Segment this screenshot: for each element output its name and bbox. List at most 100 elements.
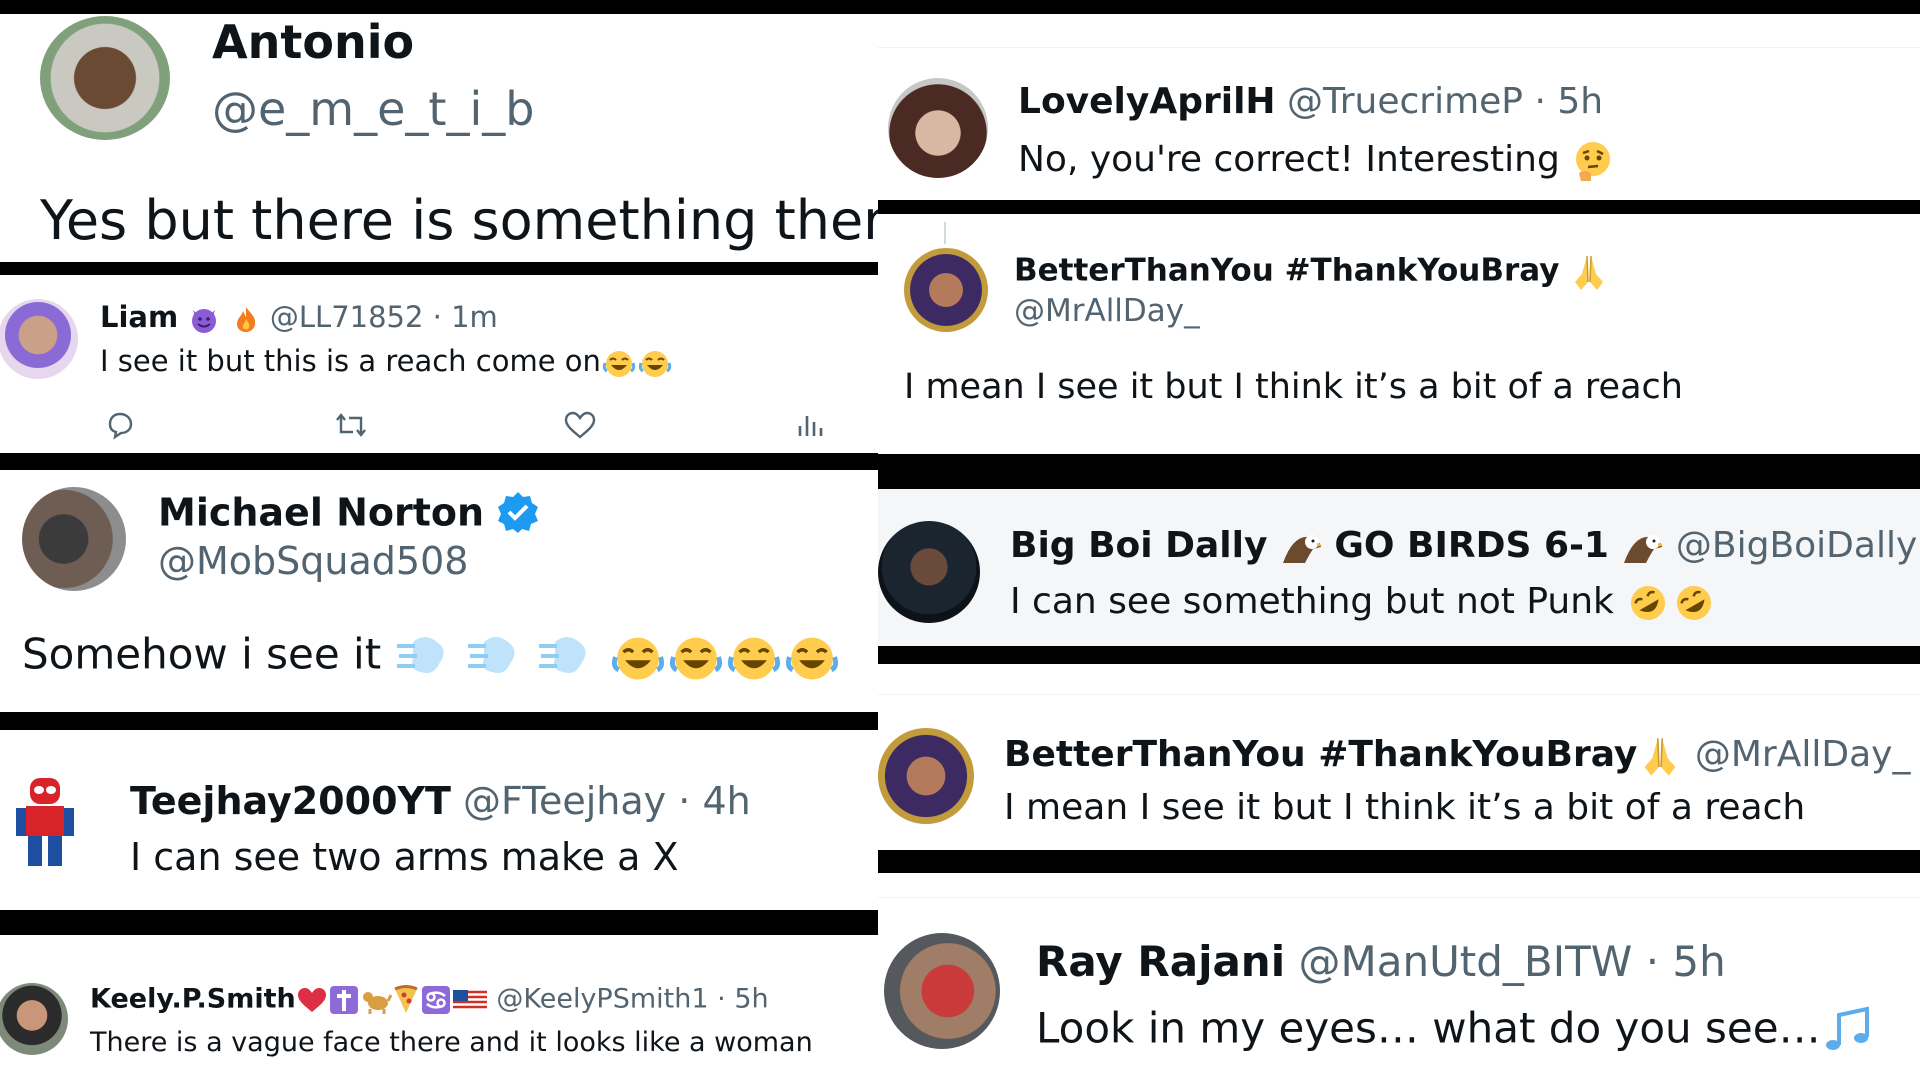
dog-emoji-icon [360, 985, 392, 1015]
author-name[interactable]: Keely.P.Smith [90, 984, 296, 1015]
tweet-april: LovelyAprilH @TruecrimeP · 5h No, you're… [878, 14, 1920, 200]
crying-laughing-emoji-icon [667, 630, 725, 684]
avatar-michael[interactable] [22, 487, 126, 591]
avatar-betterthanyou[interactable] [878, 728, 974, 824]
timestamp[interactable]: 1m [451, 300, 498, 334]
tweet-text: Somehow i see it [22, 629, 382, 679]
tweet-header: BetterThanYou #ThankYouBray @MrAllDay_ ·… [1004, 734, 1920, 778]
author-handle[interactable]: @FTeejhay [463, 779, 666, 823]
retweet-button[interactable] [333, 410, 369, 440]
folded-hands-emoji-icon [1569, 252, 1609, 292]
eagle-emoji-icon [1279, 527, 1323, 567]
reply-button[interactable] [104, 410, 136, 440]
avatar-bigboidally[interactable] [878, 521, 980, 623]
smiling-devil-emoji-icon [187, 304, 221, 334]
tweet-text: I mean I see it but I think it’s a bit o… [904, 367, 1683, 407]
tweet-text-row: I can see something but not Punk [1010, 581, 1717, 625]
avatar-antonio[interactable] [40, 16, 170, 140]
like-icon [563, 410, 597, 440]
author-name-suffix[interactable]: GO BIRDS 6-1 [1334, 525, 1609, 566]
avatar-liam[interactable] [0, 299, 78, 379]
separator-dot: · [1645, 937, 1660, 986]
us-flag-emoji-icon [452, 986, 488, 1014]
author-handle[interactable]: @LL71852 [270, 300, 424, 334]
avatar-keely[interactable] [0, 983, 68, 1055]
avatar-april[interactable] [888, 78, 988, 178]
tweet-bigboidally: Big Boi Dally GO BIRDS 6-1 @BigBoiDally … [878, 489, 1920, 646]
tweet-text-row: Somehow i see it [22, 630, 841, 684]
author-handle[interactable]: @MrAllDay_ [1695, 734, 1911, 775]
divider [878, 897, 1920, 898]
author-name[interactable]: Teejhay2000YT [130, 779, 451, 823]
tweet-text-row: I see it but this is a reach come on [100, 347, 673, 379]
tweet-ray: Ray Rajani @ManUtd_BITW · 5h Look in my … [878, 873, 1920, 1080]
author-name[interactable]: BetterThanYou #ThankYouBray [1014, 253, 1559, 289]
avatar-betterthanyou[interactable] [904, 248, 988, 332]
tweet-text: I mean I see it but I think it’s a bit o… [1004, 787, 1806, 828]
author-name-row: BetterThanYou #ThankYouBray [1014, 252, 1609, 292]
author-handle[interactable]: @TruecrimeP [1287, 81, 1523, 122]
tweet-teejhay: Teejhay2000YT @FTeejhay · 4h I can see t… [0, 730, 878, 910]
author-name-row: Michael Norton [158, 490, 540, 540]
dash-away-emoji-icon [395, 630, 453, 684]
tweet-header: LovelyAprilH @TruecrimeP · 5h [1018, 84, 1603, 120]
avatar-ray[interactable] [884, 933, 1000, 1049]
verified-badge-icon [496, 490, 540, 540]
author-name[interactable]: BetterThanYou #ThankYouBray [1004, 734, 1637, 775]
author-name[interactable]: Big Boi Dally [1010, 525, 1267, 566]
rolling-laughing-emoji-icon [1671, 581, 1717, 625]
tweet-text: I can see two arms make a X [130, 835, 679, 879]
author-handle[interactable]: @MrAllDay_ [1014, 296, 1200, 327]
timestamp[interactable]: 5h [1557, 81, 1603, 122]
separator-dot: · [678, 779, 691, 823]
views-icon [796, 410, 826, 440]
tweet-text: I can see something but not Punk [1010, 581, 1614, 622]
views-button[interactable] [796, 410, 826, 440]
author-name[interactable]: Liam [100, 300, 178, 334]
musical-notes-emoji-icon [1821, 1005, 1877, 1057]
pizza-emoji-icon [392, 985, 420, 1015]
tweet-betterthanyou-1: BetterThanYou #ThankYouBray @MrAllDay_ I… [878, 214, 1920, 454]
thread-line [944, 222, 946, 244]
crying-laughing-emoji-icon [637, 347, 673, 379]
divider [878, 694, 1920, 695]
timestamp[interactable]: 5h [734, 984, 768, 1015]
tweet-text-row: Look in my eyes… what do you see… [1036, 1005, 1877, 1057]
tweet-header: Ray Rajani @ManUtd_BITW · 5h [1036, 941, 1726, 983]
divider [878, 47, 1920, 48]
tweet-text-row: No, you're correct! Interesting [1018, 139, 1615, 183]
avatar-teejhay[interactable] [12, 772, 78, 872]
timestamp[interactable]: 5h [1672, 937, 1725, 986]
author-handle[interactable]: @MobSquad508 [158, 542, 468, 580]
separator-dot: · [717, 983, 726, 1015]
tweet-keely: Keely.P.Smith @KeelyPSmith1 · 5h There i… [0, 935, 878, 1080]
tweet-antonio: Antonio @e_m_e_t_i_b Yes but there is so… [0, 14, 878, 262]
tweet-header: Teejhay2000YT @FTeejhay · 4h [130, 782, 751, 820]
author-handle[interactable]: @KeelyPSmith1 [496, 984, 708, 1015]
crying-laughing-emoji-icon [725, 630, 783, 684]
reply-icon [104, 410, 136, 440]
cancer-zodiac-emoji-icon [420, 985, 452, 1015]
thinking-face-emoji-icon [1571, 139, 1615, 183]
latin-cross-emoji-icon [328, 985, 360, 1015]
tweet-header: Big Boi Dally GO BIRDS 6-1 @BigBoiDally … [1010, 527, 1920, 567]
tweet-text: No, you're correct! Interesting [1018, 139, 1560, 180]
author-handle[interactable]: @ManUtd_BITW [1298, 937, 1632, 986]
author-handle[interactable]: @BigBoiDally [1676, 525, 1917, 566]
author-name[interactable]: LovelyAprilH [1018, 81, 1276, 122]
dash-away-emoji-icon [466, 630, 524, 684]
tweet-text: Yes but there is something there [40, 189, 878, 252]
crying-laughing-emoji-icon [601, 347, 637, 379]
folded-hands-emoji-icon [1637, 734, 1683, 778]
tweet-text: I see it but this is a reach come on [100, 344, 601, 378]
tweet-text: Look in my eyes… what do you see… [1036, 1003, 1821, 1053]
rolling-laughing-emoji-icon [1625, 581, 1671, 625]
author-name[interactable]: Ray Rajani [1036, 937, 1285, 986]
tweet-michael: Michael Norton @MobSquad508 Somehow i se… [0, 470, 878, 712]
like-button[interactable] [563, 410, 597, 440]
author-handle[interactable]: @e_m_e_t_i_b [212, 86, 534, 132]
author-name[interactable]: Michael Norton [158, 491, 484, 535]
tweet-liam: Liam @LL71852 · 1m I see it but this is … [0, 275, 878, 453]
author-name[interactable]: Antonio [212, 19, 414, 65]
timestamp[interactable]: 4h [702, 779, 750, 823]
